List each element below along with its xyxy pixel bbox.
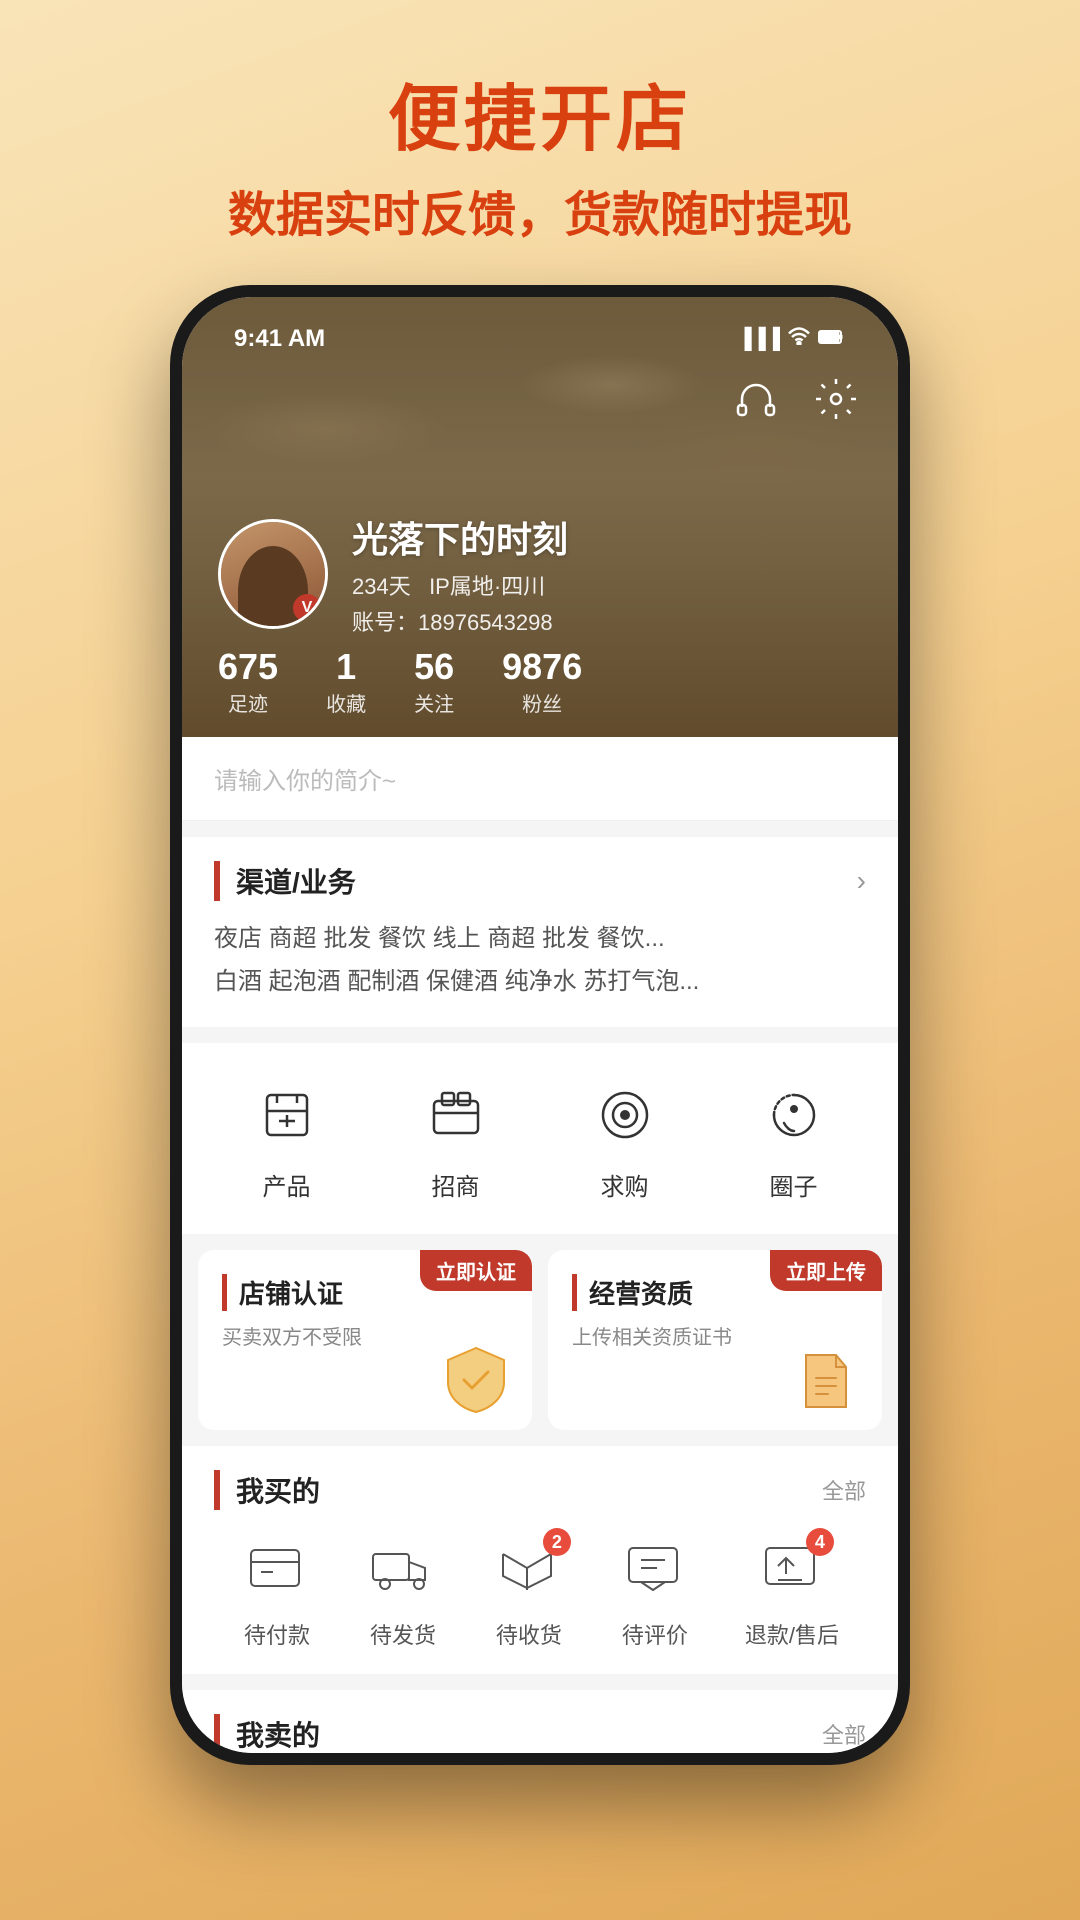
profile-info: V 光落下的时刻 234天 IP属地·四川 账号：18976543298: [218, 511, 862, 637]
store-cert-badge[interactable]: 立即认证: [420, 1250, 532, 1291]
stat-fans[interactable]: 9876 粉丝: [502, 646, 582, 717]
content-area: 请输入你的简介~ 渠道/业务 › 夜店 商超 批发 餐饮 线上 商超 批发 餐饮…: [182, 737, 898, 1753]
status-time: 9:41 AM: [234, 325, 325, 353]
cert-shield-icon: [436, 1340, 516, 1420]
purchase-label-2: 待收货: [496, 1618, 562, 1650]
recruit-label: 招商: [432, 1167, 480, 1202]
quick-action-recruit[interactable]: 招商: [416, 1075, 496, 1202]
profile-row: V 光落下的时刻 234天 IP属地·四川 账号：18976543298: [218, 511, 862, 637]
quick-action-product[interactable]: 产品: [247, 1075, 327, 1202]
phone-screen: 9:41 AM ▐▐▐: [182, 297, 898, 1753]
purchases-icons: 待付款 待发货: [214, 1534, 866, 1650]
my-sales: 我卖的 全部 1: [182, 1690, 898, 1753]
sales-header: 我卖的 全部: [214, 1714, 866, 1753]
main-title: 便捷开店: [228, 60, 852, 165]
channel-header: 渠道/业务 ›: [214, 861, 866, 901]
cert-doc-icon: [786, 1340, 866, 1420]
channel-tags: 夜店 商超 批发 餐饮 线上 商超 批发 餐饮... 白酒 起泡酒 配制酒 保健…: [214, 917, 866, 1003]
quick-action-purchase[interactable]: 求购: [585, 1075, 665, 1202]
purchases-header: 我买的 全部: [214, 1470, 866, 1510]
status-icons: ▐▐▐: [737, 327, 846, 351]
quick-actions: 产品 招商 求购: [182, 1043, 898, 1234]
purchases-all[interactable]: 全部: [822, 1474, 866, 1506]
signal-icon: ▐▐▐: [737, 328, 780, 351]
wifi-icon: [788, 327, 810, 351]
purchase-icon: [585, 1075, 665, 1155]
stat-collect[interactable]: 1 收藏: [326, 646, 366, 717]
profile-name: 光落下的时刻: [352, 511, 862, 563]
ship-icon-wrap: [367, 1534, 439, 1606]
profile-account: 账号：18976543298: [352, 605, 862, 637]
sales-all[interactable]: 全部: [822, 1718, 866, 1750]
channel-title: 渠道/业务: [214, 861, 356, 901]
purchase-item-3[interactable]: 待评价: [619, 1534, 691, 1650]
channel-arrow[interactable]: ›: [857, 865, 866, 897]
receive-icon-wrap: 2: [493, 1534, 565, 1606]
channel-section: 渠道/业务 › 夜店 商超 批发 餐饮 线上 商超 批发 餐饮... 白酒 起泡…: [182, 837, 898, 1027]
refund-icon-wrap: 4: [756, 1534, 828, 1606]
avatar: V: [218, 519, 328, 629]
settings-icon[interactable]: [810, 373, 862, 425]
profile-stats: 675 足迹 1 收藏 56 关注 9876 粉丝: [218, 646, 862, 717]
business-cert-card: 立即上传 经营资质 上传相关资质证书: [548, 1250, 882, 1430]
stat-follow[interactable]: 56 关注: [414, 646, 454, 717]
badge-refund: 4: [806, 1528, 834, 1556]
product-label: 产品: [263, 1167, 311, 1202]
profile-text: 光落下的时刻 234天 IP属地·四川 账号：18976543298: [352, 511, 862, 637]
cert-section: 立即认证 店铺认证 买卖双方不受限: [182, 1250, 898, 1430]
bio-placeholder[interactable]: 请输入你的简介~: [214, 768, 396, 795]
purchase-item-2[interactable]: 2 待收货: [493, 1534, 565, 1650]
purchase-label-0: 待付款: [244, 1618, 310, 1650]
purchase-item-4[interactable]: 4 退款/售后: [745, 1534, 839, 1650]
battery-icon: [818, 328, 846, 351]
purchase-label-1: 待发货: [370, 1618, 436, 1650]
review-icon-wrap: [619, 1534, 691, 1606]
vip-badge: V: [293, 594, 321, 622]
business-cert-badge[interactable]: 立即上传: [770, 1250, 882, 1291]
purchases-title: 我买的: [214, 1470, 320, 1510]
my-purchases: 我买的 全部: [182, 1446, 898, 1674]
pay-icon-wrap: [241, 1534, 313, 1606]
header-icons: [730, 373, 862, 425]
badge-receive: 2: [543, 1528, 571, 1556]
status-bar: 9:41 AM ▐▐▐: [194, 309, 886, 361]
recruit-icon: [416, 1075, 496, 1155]
bio-section: 请输入你的简介~: [182, 737, 898, 821]
purchase-label: 求购: [601, 1167, 649, 1202]
headset-icon[interactable]: [730, 373, 782, 425]
purchase-label-3: 待评价: [622, 1618, 688, 1650]
store-cert-card: 立即认证 店铺认证 买卖双方不受限: [198, 1250, 532, 1430]
quick-action-circle[interactable]: 圈子: [754, 1075, 834, 1202]
product-icon: [247, 1075, 327, 1155]
stat-footprint[interactable]: 675 足迹: [218, 646, 278, 717]
page-headline: 便捷开店 数据实时反馈，货款随时提现: [188, 0, 892, 285]
profile-meta: 234天 IP属地·四川: [352, 569, 862, 601]
purchase-label-4: 退款/售后: [745, 1618, 839, 1650]
circle-label: 圈子: [770, 1167, 818, 1202]
phone-frame: 9:41 AM ▐▐▐: [170, 285, 910, 1765]
purchase-item-1[interactable]: 待发货: [367, 1534, 439, 1650]
sales-title: 我卖的: [214, 1714, 320, 1753]
circle-icon: [754, 1075, 834, 1155]
main-subtitle: 数据实时反馈，货款随时提现: [228, 175, 852, 245]
purchase-item-0[interactable]: 待付款: [241, 1534, 313, 1650]
profile-header: 9:41 AM ▐▐▐: [182, 297, 898, 737]
